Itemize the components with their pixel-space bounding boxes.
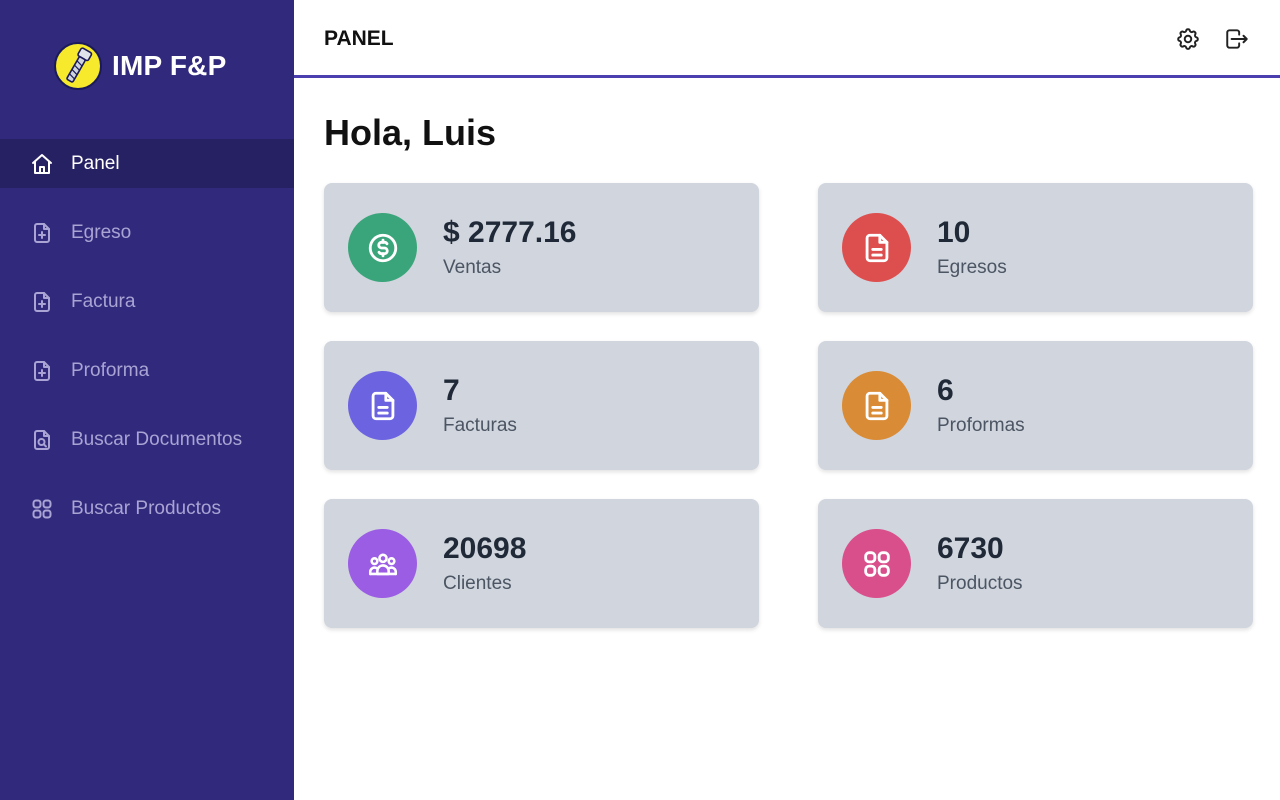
grid-icon bbox=[29, 496, 55, 522]
card-icon-badge bbox=[842, 529, 911, 598]
card-icon-badge bbox=[348, 213, 417, 282]
file-search-icon bbox=[29, 427, 55, 453]
card-icon-badge bbox=[842, 371, 911, 440]
sidebar-nav: Panel Egreso Factura Proforma Buscar Doc… bbox=[0, 139, 294, 553]
stat-card-ventas[interactable]: $ 2777.16 Ventas bbox=[324, 183, 759, 312]
sidebar-item-label: Buscar Productos bbox=[71, 497, 221, 519]
logout-button[interactable] bbox=[1222, 24, 1252, 54]
card-icon-badge bbox=[348, 371, 417, 440]
sidebar-item-label: Proforma bbox=[71, 359, 150, 381]
card-label: Proformas bbox=[937, 415, 1025, 436]
page-title: PANEL bbox=[324, 27, 394, 50]
brand[interactable]: IMP F&P bbox=[54, 41, 226, 91]
sidebar-item-panel[interactable]: Panel bbox=[0, 139, 294, 188]
card-label: Ventas bbox=[443, 257, 502, 278]
home-icon bbox=[29, 151, 55, 177]
sidebar-item-buscar-documentos[interactable]: Buscar Documentos bbox=[0, 415, 294, 464]
document-icon bbox=[371, 391, 394, 420]
card-value: 20698 bbox=[443, 532, 527, 565]
card-label: Clientes bbox=[443, 573, 512, 594]
sidebar-item-label: Panel bbox=[71, 152, 120, 174]
card-value: 6 bbox=[937, 374, 954, 407]
grid-icon bbox=[863, 550, 890, 577]
sidebar-item-buscar-productos[interactable]: Buscar Productos bbox=[0, 484, 294, 533]
stat-card-facturas[interactable]: 7 Facturas bbox=[324, 341, 759, 470]
card-label: Productos bbox=[937, 573, 1023, 594]
dollar-icon bbox=[368, 233, 397, 262]
sidebar-item-factura[interactable]: Factura bbox=[0, 277, 294, 326]
sidebar: IMP F&P Panel Egreso Factura Proforma Bu… bbox=[0, 0, 294, 800]
settings-button[interactable] bbox=[1173, 24, 1203, 54]
card-icon-badge bbox=[348, 529, 417, 598]
card-label: Facturas bbox=[443, 415, 517, 436]
brand-name: IMP F&P bbox=[112, 50, 227, 81]
file-plus-icon bbox=[29, 289, 55, 315]
users-icon bbox=[368, 553, 397, 575]
sidebar-item-egreso[interactable]: Egreso bbox=[0, 208, 294, 257]
card-icon-badge bbox=[842, 213, 911, 282]
sidebar-item-label: Factura bbox=[71, 290, 136, 312]
stat-card-productos[interactable]: 6730 Productos bbox=[818, 499, 1253, 628]
document-icon bbox=[865, 233, 888, 262]
logout-icon bbox=[1226, 29, 1248, 49]
card-value: 7 bbox=[443, 374, 460, 407]
card-value: $ 2777.16 bbox=[443, 216, 577, 249]
stat-card-proformas[interactable]: 6 Proformas bbox=[818, 341, 1253, 470]
bolt-logo-icon bbox=[54, 42, 102, 90]
greeting: Hola, Luis bbox=[324, 112, 497, 153]
document-icon bbox=[865, 391, 888, 420]
card-label: Egresos bbox=[937, 257, 1007, 278]
file-plus-icon bbox=[29, 358, 55, 384]
card-value: 10 bbox=[937, 216, 971, 249]
sidebar-item-proforma[interactable]: Proforma bbox=[0, 346, 294, 395]
stat-card-egresos[interactable]: 10 Egresos bbox=[818, 183, 1253, 312]
top-bar: PANEL bbox=[294, 0, 1280, 78]
stat-card-clientes[interactable]: 20698 Clientes bbox=[324, 499, 759, 628]
sidebar-item-label: Buscar Documentos bbox=[71, 428, 243, 450]
card-value: 6730 bbox=[937, 532, 1004, 565]
sidebar-item-label: Egreso bbox=[71, 221, 132, 243]
file-plus-icon bbox=[29, 220, 55, 246]
gear-icon bbox=[1177, 28, 1199, 50]
